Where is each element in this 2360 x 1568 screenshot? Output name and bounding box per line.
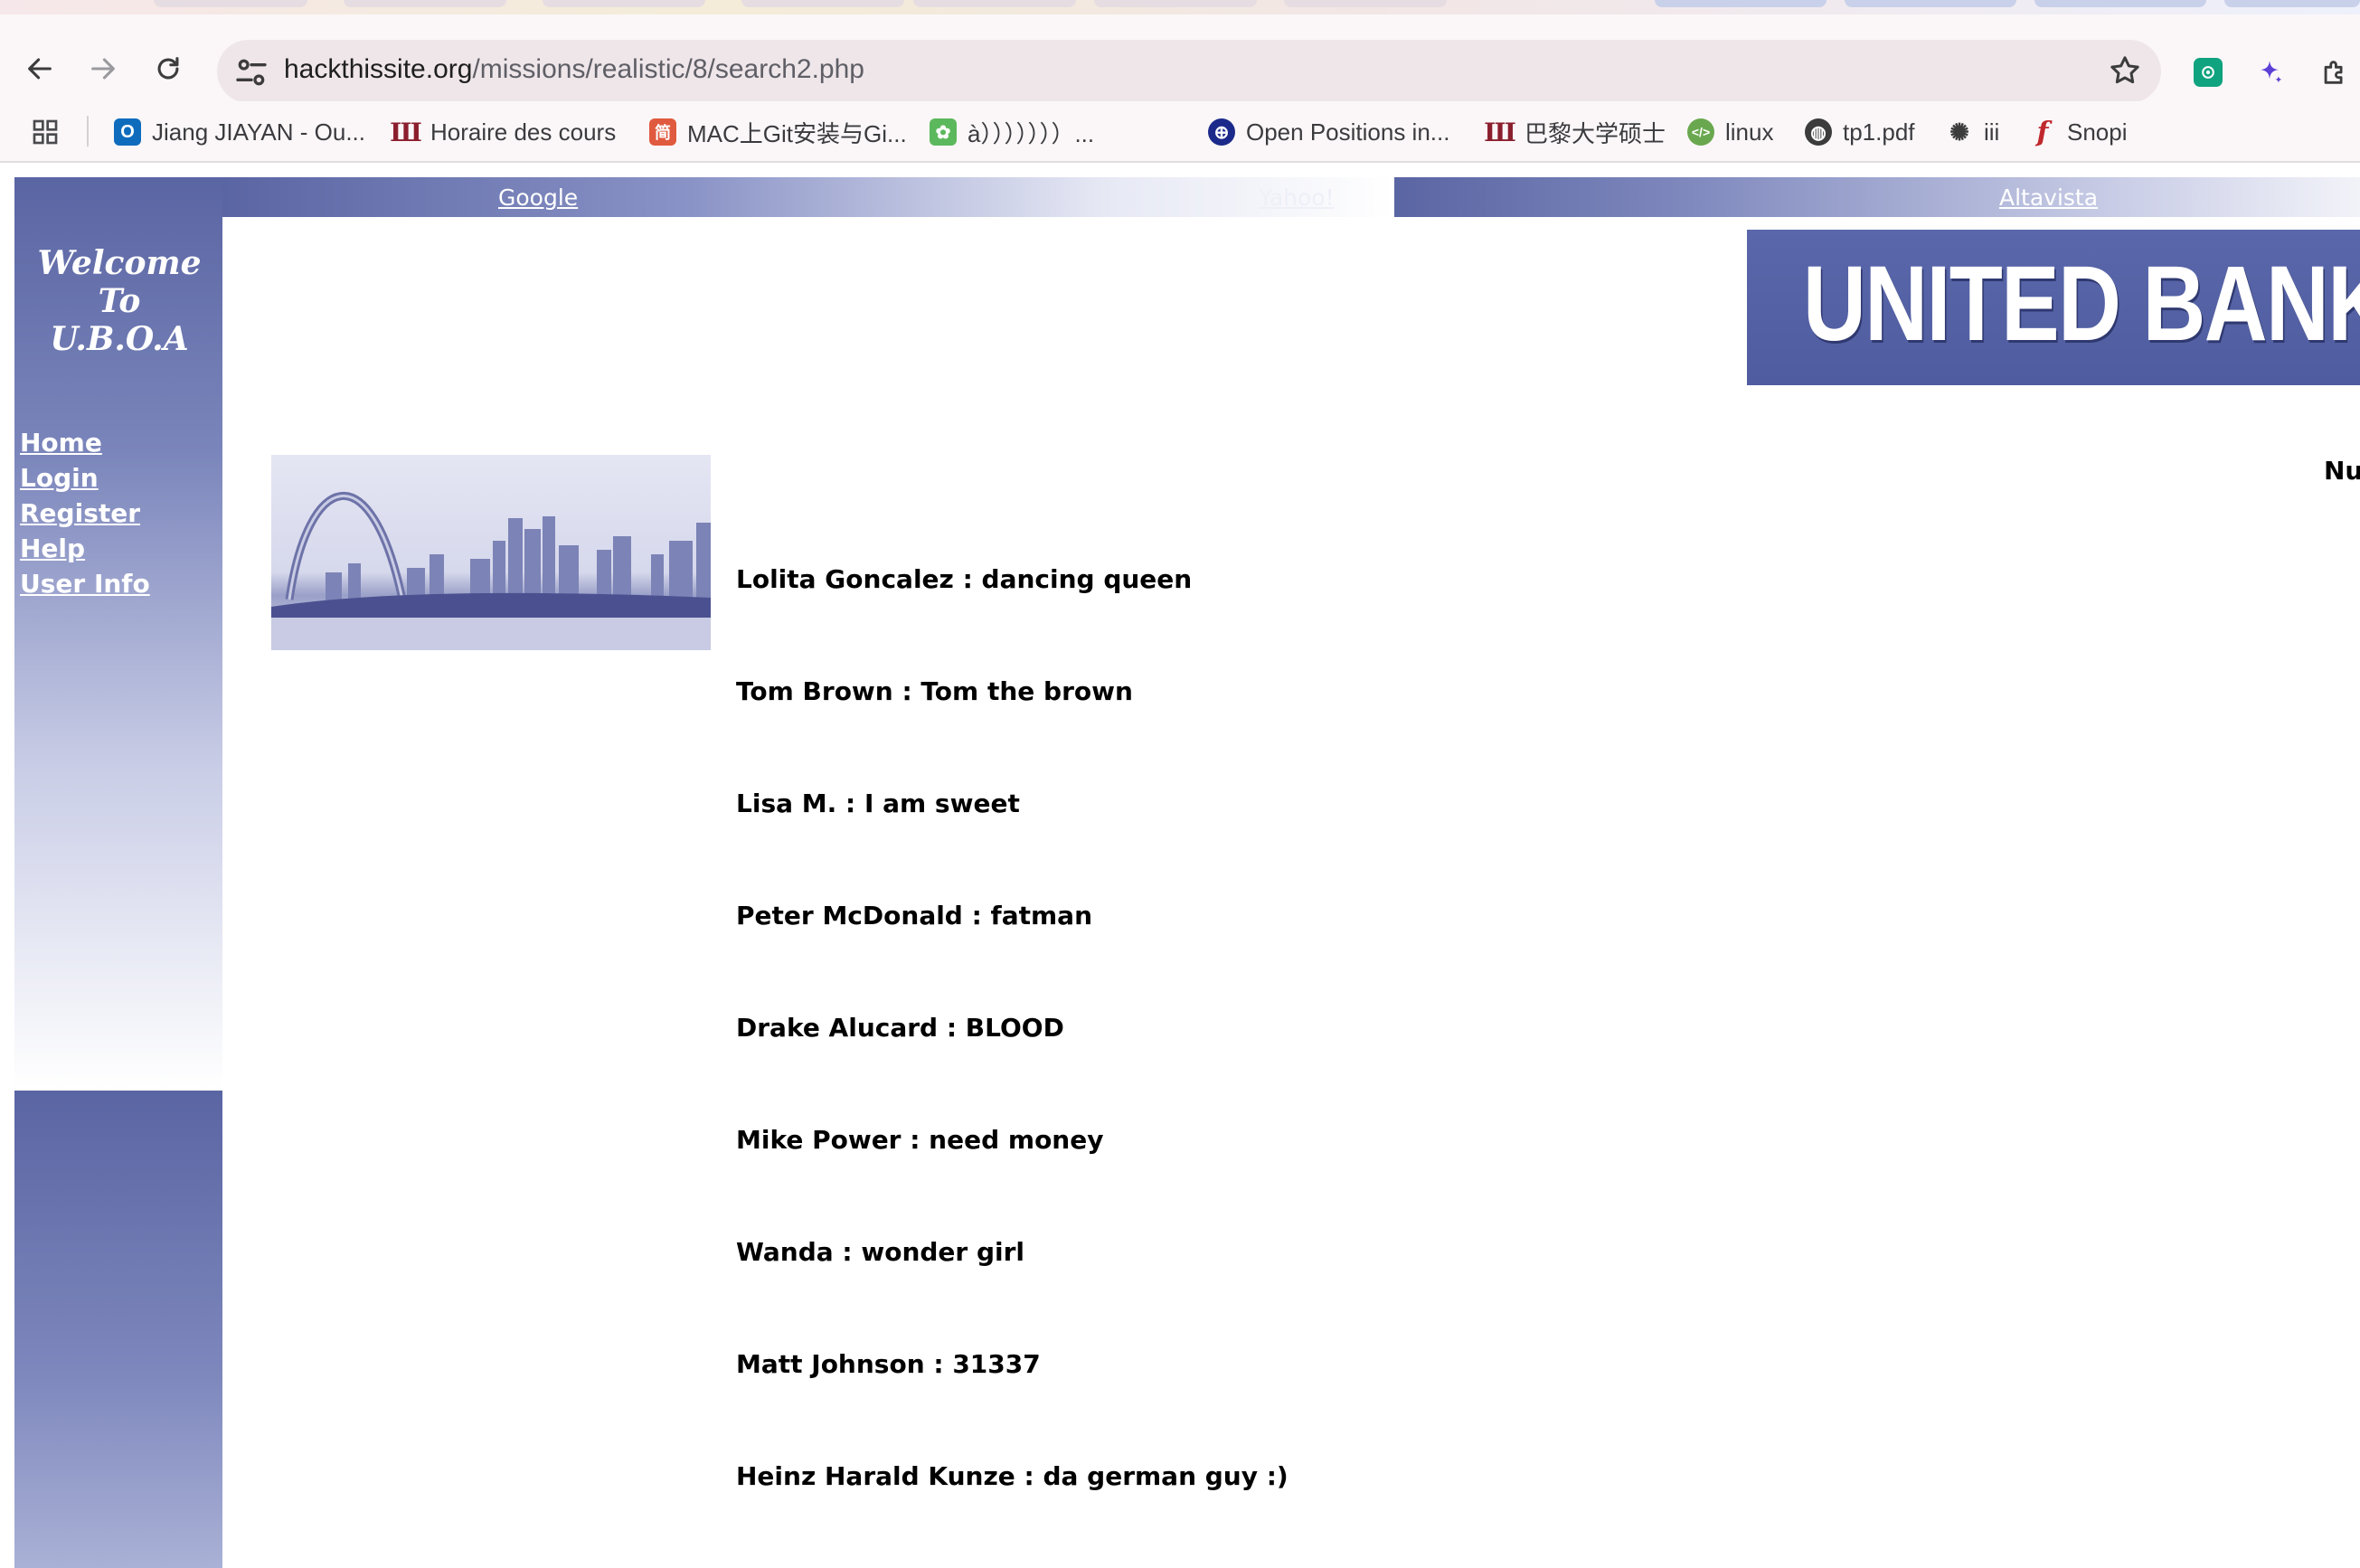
forward-button[interactable] [76,42,130,96]
bookmark-item[interactable]: ✿ à）））））））... [930,114,1094,150]
chatgpt-extension-button[interactable] [2190,54,2226,90]
result-entry: Matt Johnson : 31337 [736,1349,1041,1379]
site-settings-icon[interactable] [233,54,269,90]
openai-icon: ✺ [1949,118,1969,146]
bookmark-label: Open Positions in... [1246,118,1450,146]
bookmark-label: iii [1984,118,2000,146]
tab-strip [0,0,2360,14]
url-host: hackthissite.org [284,54,473,84]
bookmark-item[interactable]: Ш 巴黎大学硕士 [1484,114,1666,150]
bookmark-label: Jiang JIAYAN - Ou... [152,118,366,146]
arrow-right-icon [91,58,115,80]
bookmark-label: tp1.pdf [1843,118,1915,146]
bookmark-item[interactable]: ✺ iii [1946,114,1999,150]
globe-icon: ◍ [1805,118,1832,146]
welcome-line-1: Welcome To [37,244,202,320]
welcome-line-2: U.B.O.A [50,320,189,358]
bookmark-star-icon[interactable] [2107,52,2143,89]
skyline-illustration [271,492,711,650]
result-entry: Heinz Harald Kunze : da german guy :) [736,1461,1289,1491]
apps-button[interactable] [31,114,60,150]
welcome-heading: Welcome To U.B.O.A [14,244,224,358]
result-entry: Peter McDonald : fatman [736,901,1093,930]
outlook-icon: O [114,118,141,146]
result-entry: Lolita Goncalez : dancing queen [736,564,1193,594]
left-sidebar-lower [14,1091,222,1568]
code-icon: </> [1687,118,1714,146]
nav-link-login[interactable]: Login [20,460,150,496]
result-entry: Drake Alucard : BLOOD [736,1013,1064,1043]
bookmark-item[interactable]: 简 MAC上Git安装与Gi... [649,114,907,150]
browser-tab[interactable] [1845,0,2016,7]
puzzle-icon [2324,61,2343,84]
result-entry: Lisa M. : I am sweet [736,789,1020,818]
reload-icon [157,57,179,80]
google-link[interactable]: Google [498,184,578,211]
browser-tab[interactable] [154,0,307,7]
bookmark-item[interactable]: f Snopi [2029,114,2128,150]
top-link-bar [1394,177,2360,217]
banner-title: UNITED BANKS OF AMERICA [1803,244,2360,364]
bookmark-item[interactable]: O Jiang JIAYAN - Ou... [114,114,365,150]
bookmark-label: Horaire des cours [430,118,617,146]
bookmark-label: MAC上Git安装与Gi... [687,119,907,147]
result-entry: Wanda : wonder girl [736,1237,1025,1267]
bookmark-label: 巴黎大学硕士 [1525,119,1666,147]
reload-button[interactable] [141,42,195,96]
flash-icon: f [2036,116,2049,148]
result-entry: Tom Brown : Tom the brown [736,676,1133,706]
bookmark-label: à）））））））... [968,119,1095,147]
paw-icon: ✿ [930,118,957,146]
university-icon: Ш [390,117,422,147]
top-link-bar [222,177,1394,217]
browser-tab[interactable] [344,0,506,7]
university-icon: Ш [1484,117,1516,147]
nav-link-help[interactable]: Help [20,531,150,566]
bookmark-label: linux [1725,118,1774,146]
bookmark-item[interactable]: Ш Horaire des cours [390,114,617,150]
side-navigation: Home Login Register Help User Info [20,425,150,601]
nav-link-user-info[interactable]: User Info [20,566,150,601]
back-button[interactable] [13,42,67,96]
globe-grid-icon: ⊕ [1208,118,1235,146]
extensions-button[interactable] [2317,54,2353,90]
jianshu-icon: 简 [649,118,676,146]
bookmark-divider [87,116,89,146]
nav-link-home[interactable]: Home [20,425,150,460]
sparkle-icon [2261,61,2282,83]
chatgpt-icon [2194,58,2223,87]
url-text[interactable]: hackthissite.org/missions/realistic/8/se… [284,54,864,85]
partial-column-label: Nu [2324,456,2360,486]
city-skyline-image [271,455,711,650]
nav-link-register[interactable]: Register [20,496,150,531]
apps-grid-icon [33,119,58,145]
browser-tab[interactable] [1094,0,1257,7]
browser-tab[interactable] [1284,0,1447,7]
yahoo-link[interactable]: Yahoo! [1259,184,1335,211]
altavista-link[interactable]: Altavista [1999,184,2098,211]
browser-tab[interactable] [1655,0,1827,7]
bookmark-item[interactable]: ⊕ Open Positions in... [1208,114,1449,150]
browser-tab[interactable] [543,0,705,7]
browser-tab[interactable] [913,0,1076,7]
browser-toolbar: hackthissite.org/missions/realistic/8/se… [0,14,2360,103]
bookmark-item[interactable]: </> linux [1687,114,1773,150]
arrow-left-icon [28,58,52,80]
url-path: /missions/realistic/8/search2.php [472,54,864,84]
web-page: Welcome To U.B.O.A Home Login Register H… [0,163,2360,1568]
browser-tab[interactable] [2224,0,2360,7]
bookmark-label: Snopi [2067,118,2128,146]
browser-tab[interactable] [741,0,904,7]
site-banner: UNITED BANKS OF AMERICA [1747,230,2360,385]
address-bar[interactable]: hackthissite.org/missions/realistic/8/se… [217,40,2161,103]
bookmarks-bar: O Jiang JIAYAN - Ou... Ш Horaire des cou… [0,101,2360,163]
browser-tab[interactable] [2034,0,2206,7]
result-entry: Mike Power : need money [736,1125,1104,1155]
gemini-button[interactable] [2251,54,2288,90]
bookmark-item[interactable]: ◍ tp1.pdf [1805,114,1915,150]
